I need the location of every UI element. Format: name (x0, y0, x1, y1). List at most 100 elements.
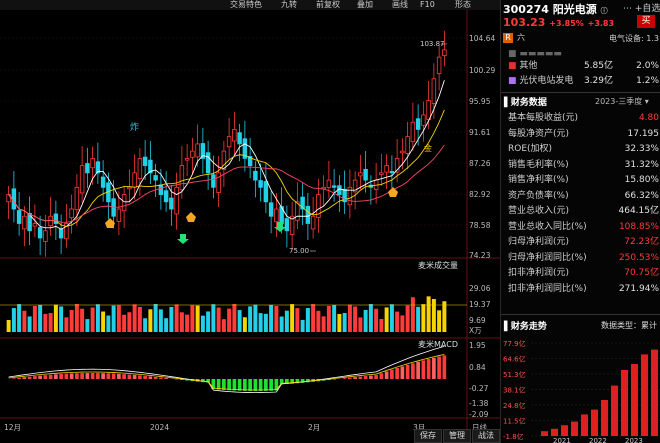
macd-bar (159, 377, 163, 379)
volume-bar (48, 313, 53, 332)
month-label: 2月 (308, 423, 320, 432)
macd-bar (384, 371, 389, 379)
volume-bar (216, 307, 221, 332)
macd-bar (54, 374, 58, 379)
macd-bar (248, 379, 252, 391)
period-select[interactable]: 2023-三季度 ▾ (595, 96, 649, 107)
volume-bar (127, 312, 132, 332)
volume-bar (22, 310, 27, 332)
candle (436, 56, 442, 74)
volume-bar (353, 306, 358, 332)
toolbar-adjust[interactable]: 前复权 (316, 0, 340, 10)
r-icon[interactable]: R (503, 33, 513, 43)
finance-row: 基本每股收益(元) 4.80 (501, 111, 660, 126)
macd-bar (33, 376, 37, 379)
candle (37, 227, 43, 239)
toolbar-trade-feature[interactable]: 交易特色 (230, 0, 262, 10)
volume-bar (405, 305, 410, 332)
volume-bar (85, 319, 90, 332)
macd-bar (106, 373, 111, 379)
candle (310, 215, 316, 230)
buy-button[interactable]: 买 (637, 15, 655, 28)
toolbar-overlay[interactable]: 叠加 (357, 0, 373, 10)
candle (237, 132, 242, 145)
volume-bar (410, 297, 415, 332)
toolbar-nine-turn[interactable]: 九转 (281, 0, 297, 10)
macd-bar (253, 379, 258, 391)
finance-key: 每股净资产(元) (508, 128, 570, 139)
menu-icon[interactable]: ⋯ (623, 4, 632, 14)
info-icon[interactable]: ⓘ (601, 7, 608, 15)
trend-tick: -1.8亿 (503, 432, 524, 441)
candle (184, 157, 190, 161)
volume-bar (153, 304, 158, 332)
candle (326, 179, 332, 188)
volume-bar (221, 319, 226, 332)
trend-bar (631, 364, 638, 436)
finance-row: 营业总收入(元) 464.15亿 (501, 204, 660, 219)
toolbar-pattern[interactable]: 形态 (455, 0, 471, 10)
volume-bar (342, 312, 347, 332)
finance-trend-title: ▌财务走势 (504, 322, 547, 332)
manage-button[interactable]: 管理 (443, 429, 471, 443)
volume-bar (358, 317, 363, 332)
volume-tick: 19.37 (469, 300, 491, 309)
finance-value: 108.85% (618, 221, 659, 232)
volume-bar (316, 310, 321, 332)
volume-bar (174, 304, 179, 332)
volume-tick: 29.06 (469, 284, 491, 293)
macd-bar (426, 359, 431, 379)
toolbar-draw[interactable]: 画线 (392, 0, 408, 10)
macd-bar (117, 373, 121, 379)
macd-bar (90, 373, 95, 379)
strategy-button[interactable]: 战法 (472, 429, 500, 443)
candle (74, 186, 80, 211)
high-price-label: 103.87 (420, 40, 445, 48)
volume-bar (368, 304, 373, 332)
data-type-select[interactable]: 数据类型：累计 (601, 320, 657, 331)
macd-bar (43, 375, 48, 379)
finance-key: 资产负债率(%) (508, 190, 569, 201)
candle (43, 230, 48, 242)
price-tick: 82.92 (469, 190, 491, 199)
volume-bar (74, 304, 79, 332)
price-tick: 104.64 (469, 34, 495, 43)
volume-bar (95, 304, 100, 332)
finance-value: 4.80 (638, 113, 659, 123)
macd-bar (353, 377, 357, 379)
toolbar-f10[interactable]: F10 (420, 0, 435, 10)
trend-tick: 77.9亿 (503, 339, 526, 348)
candle (263, 181, 269, 203)
macd-bar (379, 373, 384, 379)
volume-bar (416, 306, 421, 332)
add-favorite-button[interactable]: +自选 (635, 4, 660, 14)
volume-bar (101, 311, 106, 332)
change-pct: +3.85% (549, 19, 584, 28)
volume-bar (122, 314, 127, 332)
macd-bar (216, 379, 221, 390)
volume-bar (43, 313, 48, 332)
volume-bar (32, 305, 37, 332)
candle (389, 171, 395, 174)
business-row: ■ 光伏电站发电 3.29亿 1.2% (508, 76, 659, 86)
macd-bar (358, 376, 363, 379)
macd-panel-title: 麦米MACD (418, 339, 458, 349)
macd-bar (111, 373, 116, 379)
macd-bar (132, 374, 137, 379)
finance-key: ROE(加权) (508, 144, 553, 154)
volume-bar (305, 308, 310, 332)
candle (142, 156, 148, 167)
macd-bar (274, 379, 279, 391)
candle (421, 114, 426, 126)
macd-bar (227, 379, 231, 391)
candle (174, 186, 179, 215)
candle (253, 170, 258, 181)
six-tab[interactable]: 六 (517, 32, 525, 43)
stock-chart[interactable]: 104.64 100.29 95.95 91.61 87.26 82.92 78… (0, 10, 500, 443)
trend-tick: 64.6亿 (503, 355, 526, 364)
candle (232, 129, 237, 142)
trend-year: 2023 (625, 437, 643, 443)
macd-tick: -2.09 (469, 410, 489, 419)
volume-bar (6, 320, 11, 332)
save-button[interactable]: 保存 (414, 429, 442, 443)
